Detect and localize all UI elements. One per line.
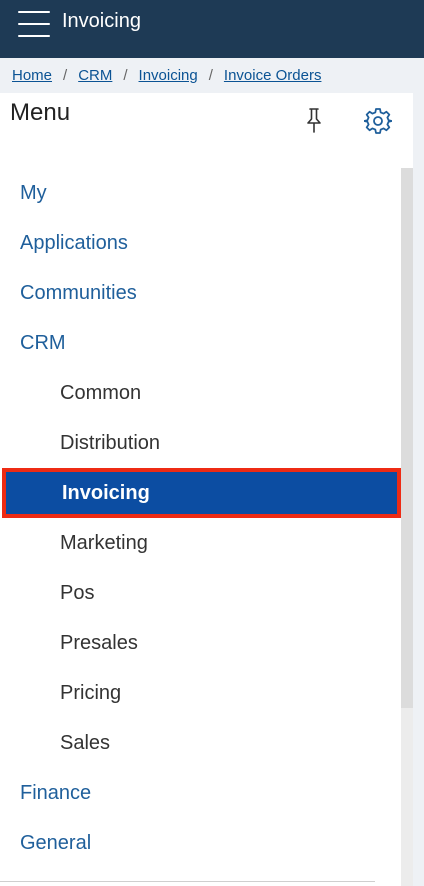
menu-item-common[interactable]: Common <box>0 368 401 418</box>
menu-item-pos[interactable]: Pos <box>0 568 401 618</box>
breadcrumb-crm[interactable]: CRM <box>78 67 112 84</box>
menu-item-marketing[interactable]: Marketing <box>0 518 401 568</box>
breadcrumb-home[interactable]: Home <box>12 67 52 84</box>
menu-item-distribution[interactable]: Distribution <box>0 418 401 468</box>
menu-item-pricing[interactable]: Pricing <box>0 668 401 718</box>
pin-icon[interactable] <box>303 107 325 133</box>
breadcrumb-separator: / <box>123 66 128 84</box>
menu-item-communities[interactable]: Communities <box>0 268 401 318</box>
menu-item-applications[interactable]: Applications <box>0 218 401 268</box>
menu-title: Menu <box>10 99 71 126</box>
breadcrumb: Home / CRM / Invoicing / Invoice Orders <box>0 58 424 92</box>
app-header: Invoicing <box>0 0 424 58</box>
breadcrumb-separator: / <box>208 66 213 84</box>
menu-item-sales[interactable]: Sales <box>0 718 401 768</box>
menu-item-finance[interactable]: Finance <box>0 768 401 818</box>
app-title: Invoicing <box>62 10 141 32</box>
breadcrumb-invoicing[interactable]: Invoicing <box>139 67 198 84</box>
menu-item-crm[interactable]: CRM <box>0 318 401 368</box>
menu-item-my[interactable]: My <box>0 168 401 218</box>
menu-item-general[interactable]: General <box>0 818 401 868</box>
breadcrumb-separator: / <box>63 66 68 84</box>
scrollbar-thumb[interactable] <box>401 168 413 708</box>
gear-icon[interactable] <box>364 107 392 135</box>
menu-list: My Applications Communities CRM Common D… <box>0 168 401 868</box>
breadcrumb-invoice-orders[interactable]: Invoice Orders <box>224 67 322 84</box>
divider <box>0 881 375 882</box>
menu-item-invoicing[interactable]: Invoicing <box>2 468 401 518</box>
hamburger-icon[interactable] <box>18 11 50 37</box>
menu-item-presales[interactable]: Presales <box>0 618 401 668</box>
